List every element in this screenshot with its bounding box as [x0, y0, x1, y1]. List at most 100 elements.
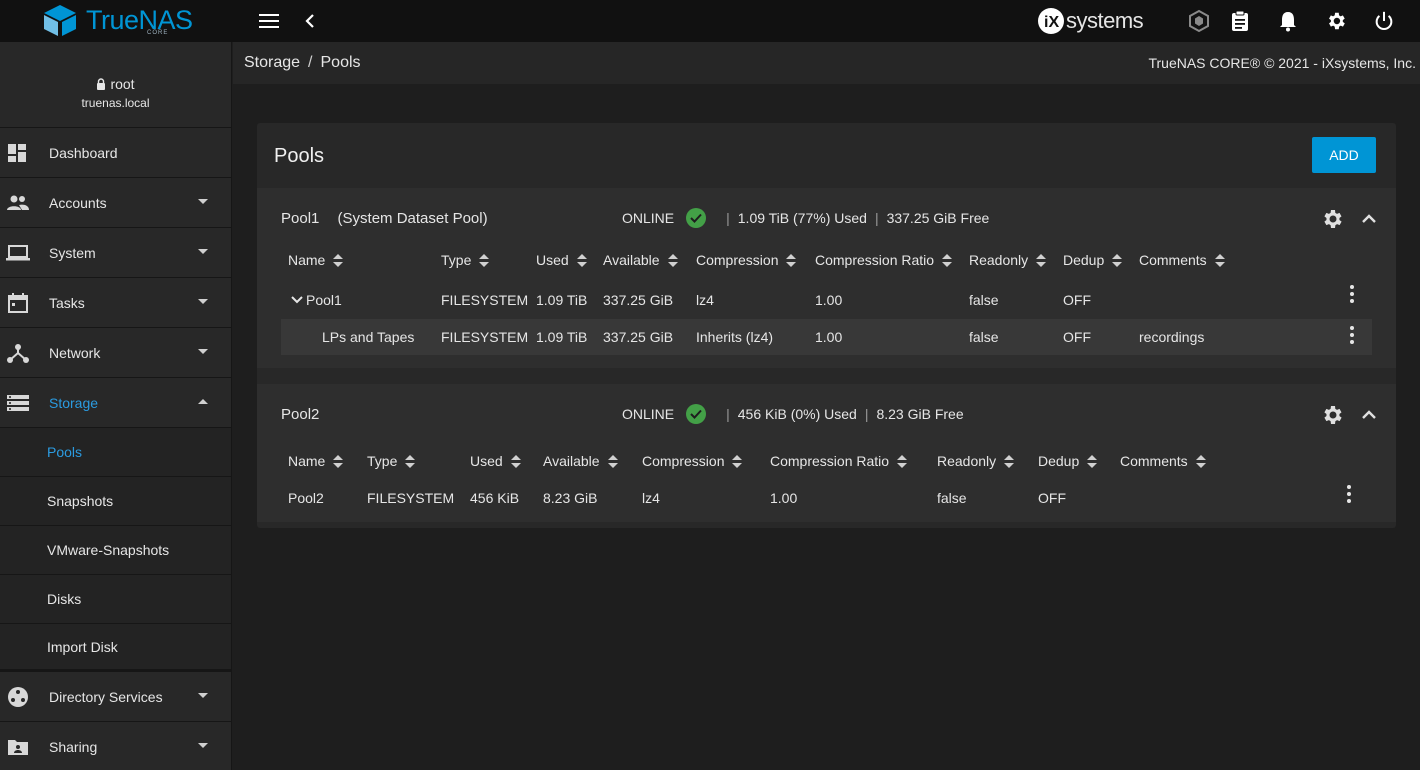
- sidebar-item-accounts[interactable]: Accounts: [0, 178, 231, 228]
- gear-icon[interactable]: [1322, 7, 1350, 35]
- pool-header: Pool2 ONLINE | 456 KiB (0%) Used | 8.23 …: [257, 384, 1396, 444]
- pool-status: ONLINE | 456 KiB (0%) Used | 8.23 GiB Fr…: [622, 404, 964, 424]
- directory-services-icon: [8, 687, 28, 707]
- sidebar: root truenas.local Dashboard Accounts Sy…: [0, 42, 232, 770]
- more-vert-icon[interactable]: [1342, 282, 1362, 306]
- sidebar-item-dashboard[interactable]: Dashboard: [0, 128, 231, 178]
- sort-icon: [1112, 253, 1123, 267]
- pool-dataset-table: Name Type Used Available Compression Com…: [281, 252, 1372, 362]
- menu-icon[interactable]: [255, 7, 283, 35]
- column-header-compression-ratio[interactable]: Compression Ratio: [770, 453, 908, 469]
- sort-icon: [405, 454, 416, 468]
- sidebar-subitem-pools[interactable]: Pools: [0, 428, 231, 477]
- pool-name: Pool2: [281, 406, 320, 423]
- sidebar-item-directory-services[interactable]: Directory Services: [0, 672, 231, 722]
- sidebar-item-network[interactable]: Network: [0, 328, 231, 378]
- more-vert-icon[interactable]: [1339, 482, 1359, 506]
- pool-status-text: ONLINE: [622, 406, 675, 422]
- dataset-readonly: false: [937, 490, 967, 506]
- sidebar-item-label: System: [49, 244, 96, 261]
- pool-settings-gear-icon[interactable]: [1320, 207, 1344, 231]
- sidebar-item-system[interactable]: System: [0, 228, 231, 278]
- sort-icon: [732, 454, 743, 468]
- pool-panel: Pool1 (System Dataset Pool) ONLINE | 1.0…: [257, 188, 1396, 368]
- sidebar-item-label: Directory Services: [49, 688, 163, 705]
- power-icon[interactable]: [1370, 7, 1398, 35]
- column-header-available[interactable]: Available: [543, 453, 618, 469]
- column-header-readonly[interactable]: Readonly: [937, 453, 1015, 469]
- sidebar-subitem-label: Pools: [47, 444, 83, 460]
- copyright-text: TrueNAS CORE® © 2021 - iXsystems, Inc.: [1148, 55, 1416, 71]
- column-header-compression-ratio[interactable]: Compression Ratio: [815, 252, 953, 268]
- column-header-dedup[interactable]: Dedup: [1063, 252, 1123, 268]
- pool-dataset-table: Name Type Used Available Compression Com…: [281, 453, 1372, 517]
- sort-icon: [607, 454, 618, 468]
- sidebar-item-storage[interactable]: Storage: [0, 378, 231, 428]
- storage-icon: [7, 395, 29, 411]
- sidebar-subitem-snapshots[interactable]: Snapshots: [0, 477, 231, 526]
- dataset-compression-ratio: 1.00: [770, 490, 798, 506]
- dataset-compression: Inherits (lz4): [696, 329, 774, 345]
- column-header-type[interactable]: Type: [441, 252, 490, 268]
- chevron-up-icon[interactable]: [1357, 207, 1381, 231]
- column-header-compression[interactable]: Compression: [642, 453, 743, 469]
- caret-down-icon: [198, 299, 208, 304]
- network-icon: [7, 344, 29, 363]
- truenas-logo[interactable]: TrueNAS CORE: [40, 3, 193, 39]
- add-pool-button[interactable]: ADD: [1312, 137, 1376, 173]
- dataset-available: 337.25 GiB: [603, 329, 674, 345]
- column-header-readonly[interactable]: Readonly: [969, 252, 1047, 268]
- column-header-used[interactable]: Used: [470, 453, 521, 469]
- column-header-comments[interactable]: Comments: [1120, 453, 1206, 469]
- sidebar-subitem-import-disk[interactable]: Import Disk: [0, 624, 231, 672]
- truenas-logo-icon: [44, 5, 76, 36]
- check-circle-icon: [686, 208, 707, 228]
- caret-down-icon: [198, 693, 208, 698]
- pool-name: Pool1: [281, 210, 320, 227]
- sidebar-item-tasks[interactable]: Tasks: [0, 278, 231, 328]
- column-header-type[interactable]: Type: [367, 453, 416, 469]
- column-header-name[interactable]: Name: [288, 252, 344, 268]
- column-header-compression[interactable]: Compression: [696, 252, 797, 268]
- dataset-compression-ratio: 1.00: [815, 329, 843, 345]
- sidebar-subitem-disks[interactable]: Disks: [0, 575, 231, 624]
- page-title: Pools: [274, 145, 325, 167]
- table-row[interactable]: Pool1 FILESYSTEM 1.09 TiB 337.25 GiB lz4…: [281, 282, 1372, 318]
- sort-icon: [510, 454, 521, 468]
- table-row[interactable]: LPs and Tapes FILESYSTEM 1.09 TiB 337.25…: [281, 319, 1372, 355]
- more-vert-icon[interactable]: [1342, 323, 1362, 347]
- dataset-dedup: OFF: [1063, 329, 1091, 345]
- column-header-name[interactable]: Name: [288, 453, 344, 469]
- column-header-used[interactable]: Used: [536, 252, 587, 268]
- pool-status-text: ONLINE: [622, 210, 675, 226]
- clipboard-icon[interactable]: [1226, 7, 1254, 35]
- chevron-down-icon[interactable]: [290, 294, 304, 306]
- sidebar-item-sharing[interactable]: Sharing: [0, 722, 231, 770]
- sort-icon: [942, 253, 953, 267]
- table-row[interactable]: Pool2 FILESYSTEM 456 KiB 8.23 GiB lz4 1.…: [281, 480, 1372, 516]
- column-header-comments[interactable]: Comments: [1139, 252, 1225, 268]
- chevron-left-icon[interactable]: [296, 7, 324, 35]
- pool-status: ONLINE | 1.09 TiB (77%) Used | 337.25 Gi…: [622, 208, 990, 228]
- sidebar-item-label: Accounts: [49, 194, 107, 211]
- sort-icon: [897, 454, 908, 468]
- column-header-dedup[interactable]: Dedup: [1038, 453, 1098, 469]
- chevron-up-icon[interactable]: [1357, 403, 1381, 427]
- ixsystems-logo[interactable]: iX systems: [1036, 6, 1158, 36]
- dataset-readonly: false: [969, 292, 999, 308]
- column-header-available[interactable]: Available: [603, 252, 678, 268]
- ixsystems-logo-icon: iX: [1038, 8, 1064, 34]
- shared-folder-icon: [8, 740, 28, 755]
- sidebar-subitem-vmware-snapshots[interactable]: VMware-Snapshots: [0, 526, 231, 575]
- pool-used: 1.09 TiB (77%) Used: [737, 210, 867, 226]
- bell-icon[interactable]: [1274, 7, 1302, 35]
- pool-settings-gear-icon[interactable]: [1320, 403, 1344, 427]
- dataset-used: 456 KiB: [470, 490, 520, 506]
- dataset-available: 337.25 GiB: [603, 292, 674, 308]
- sort-icon: [1036, 253, 1047, 267]
- username: root: [110, 76, 135, 92]
- ixsystems-brand-text: systems: [1066, 8, 1144, 33]
- truecommand-icon[interactable]: [1185, 7, 1213, 35]
- breadcrumb-storage[interactable]: Storage: [244, 54, 300, 71]
- dataset-type: FILESYSTEM: [441, 329, 529, 345]
